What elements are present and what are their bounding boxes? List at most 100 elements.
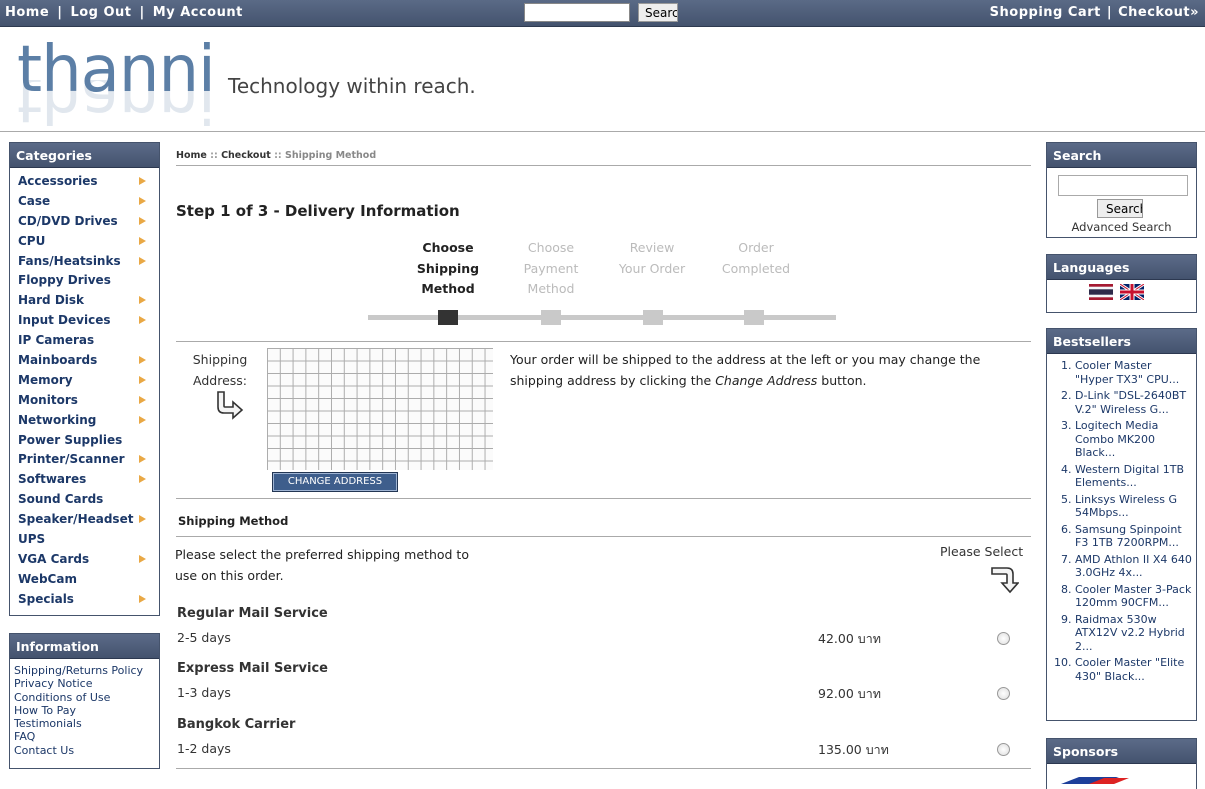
category-item[interactable]: CD/DVD Drives [10, 211, 159, 231]
checkout-step-label: Choose [527, 240, 575, 255]
thai-flag-icon[interactable] [1089, 284, 1113, 300]
shipping-service-price: 92.00 บาท [818, 686, 881, 701]
top-nav-bar: Home | Log Out | My Account Search Shopping … [0, 0, 1205, 27]
category-label: Floppy Drives [18, 273, 111, 288]
category-label: Specials [18, 591, 74, 606]
checkout-step-label: Order [738, 240, 774, 255]
nav-checkout-link[interactable]: Checkout» [1118, 5, 1199, 20]
information-link[interactable]: Conditions of Use [14, 691, 159, 704]
sidebar-search-input[interactable] [1058, 175, 1188, 196]
category-label: Speaker/Headset [18, 512, 134, 527]
category-item[interactable]: Hard Disk [10, 290, 159, 310]
arrow-right-icon [139, 455, 146, 464]
category-item[interactable]: Speaker/Headset [10, 509, 159, 529]
breadcrumb-home[interactable]: Home [176, 150, 207, 161]
shipping-service-radio[interactable] [997, 632, 1010, 645]
arrow-right-icon [139, 554, 146, 563]
nav-shopping-cart-link[interactable]: Shopping Cart [990, 5, 1101, 20]
categories-box: Categories Accessories Case CD/DVD Drives C… [9, 142, 160, 616]
shipping-address-label-line: Address: [193, 373, 247, 388]
checkout-step: Order Completed [706, 238, 806, 279]
category-item[interactable]: Mainboards [10, 350, 159, 370]
section-divider [176, 536, 1031, 537]
curved-arrow-right-icon [217, 391, 244, 420]
section-divider [176, 768, 1031, 769]
bestseller-item[interactable]: Samsung Spinpoint F3 1TB 7200RPM... [1075, 523, 1192, 550]
change-address-button[interactable]: CHANGE ADDRESS [272, 472, 398, 492]
bestseller-item[interactable]: D-Link "DSL-2640BT V.2" Wireless G... [1075, 389, 1192, 416]
category-item[interactable]: Floppy Drives [10, 270, 159, 290]
category-item[interactable]: Memory [10, 370, 159, 390]
progress-marker [541, 310, 561, 325]
category-item[interactable]: Softwares [10, 469, 159, 489]
top-search-button[interactable]: Search [638, 3, 678, 22]
category-label: Accessories [18, 174, 98, 188]
progress-marker-active [438, 310, 458, 325]
category-item[interactable]: CPU [10, 231, 159, 251]
category-item[interactable]: Case [10, 191, 159, 211]
category-item[interactable]: WebCam [10, 569, 159, 589]
category-item[interactable]: VGA Cards [10, 549, 159, 569]
advanced-search-link[interactable]: Advanced Search [1047, 220, 1196, 234]
arrow-right-icon [139, 177, 146, 185]
category-item[interactable]: IP Cameras [10, 330, 159, 350]
top-nav-right: Shopping Cart | Checkout» [990, 5, 1199, 20]
information-link[interactable]: Testimonials [14, 717, 159, 730]
category-label: UPS [18, 532, 46, 547]
bestseller-item[interactable]: Cooler Master "Hyper TX3" CPU... [1075, 359, 1192, 386]
bestseller-item[interactable]: AMD Athlon II X4 640 3.0GHz 4x... [1075, 553, 1192, 580]
shipping-service-days: 2-5 days [177, 630, 231, 645]
information-link[interactable]: Privacy Notice [14, 677, 159, 690]
bestseller-item[interactable]: Cooler Master "Elite 430" Black... [1075, 656, 1192, 683]
information-link[interactable]: How To Pay [14, 704, 159, 717]
category-item[interactable]: Fans/Heatsinks [10, 251, 159, 271]
category-item[interactable]: Specials [10, 589, 159, 609]
checkout-step-label: Method [527, 281, 575, 296]
checkout-step-label: Payment [523, 260, 579, 276]
shipping-address-description: Your order will be shipped to the addres… [510, 349, 1020, 391]
sponsors-box: Sponsors [1046, 738, 1197, 789]
language-flags [1047, 280, 1196, 307]
category-item[interactable]: Printer/Scanner [10, 449, 159, 469]
bestseller-item[interactable]: Linksys Wireless G 54Mbps... [1075, 493, 1192, 520]
category-label: Mainboards [18, 353, 98, 368]
bestseller-item[interactable]: Cooler Master 3-Pack 120mm 90CFM... [1075, 583, 1192, 610]
nav-logout-link[interactable]: Log Out [70, 5, 131, 20]
bestseller-item[interactable]: Western Digital 1TB Elements... [1075, 463, 1192, 490]
nav-separator: | [1106, 5, 1113, 20]
site-logo-reflection: thanni [17, 80, 215, 130]
categories-list: Accessories Case CD/DVD Drives CPU Fans/Heat… [10, 168, 159, 613]
information-link[interactable]: FAQ [14, 730, 159, 743]
information-link[interactable]: Contact Us [14, 744, 159, 757]
uk-flag-icon[interactable] [1120, 284, 1144, 300]
category-item[interactable]: Power Supplies [10, 430, 159, 450]
information-link[interactable]: Shipping/Returns Policy [14, 664, 159, 677]
information-box: Information Shipping/Returns Policy Priva… [9, 633, 160, 769]
arrow-right-icon [139, 415, 146, 424]
category-item[interactable]: Networking [10, 410, 159, 430]
category-item[interactable]: Sound Cards [10, 489, 159, 509]
category-item[interactable]: UPS [10, 529, 159, 549]
languages-title: Languages [1047, 255, 1196, 280]
shipping-service-radio[interactable] [997, 687, 1010, 700]
curved-arrow-down-icon [991, 567, 1019, 594]
search-box-title: Search [1047, 143, 1196, 168]
arrow-right-icon [139, 196, 146, 205]
breadcrumb-checkout[interactable]: Checkout [221, 150, 271, 161]
shipping-service-radio[interactable] [997, 743, 1010, 756]
section-divider [176, 498, 1031, 499]
progress-marker [744, 310, 764, 325]
category-item[interactable]: Monitors [10, 390, 159, 410]
category-item[interactable]: Input Devices [10, 310, 159, 330]
bestseller-item[interactable]: Raidmax 530w ATX12V v2.2 Hybrid 2... [1075, 613, 1192, 654]
arrow-right-icon [139, 256, 146, 265]
category-item[interactable]: Accessories [10, 171, 159, 191]
category-label: Softwares [18, 472, 87, 487]
sponsor-logo[interactable] [1059, 775, 1185, 785]
top-search-input[interactable] [524, 3, 630, 22]
bestseller-item[interactable]: Logitech Media Combo MK200 Black... [1075, 419, 1192, 460]
sidebar-search-button[interactable]: Search [1097, 199, 1143, 218]
category-label: WebCam [18, 571, 77, 586]
nav-home-link[interactable]: Home [5, 5, 49, 20]
nav-my-account-link[interactable]: My Account [153, 5, 243, 20]
